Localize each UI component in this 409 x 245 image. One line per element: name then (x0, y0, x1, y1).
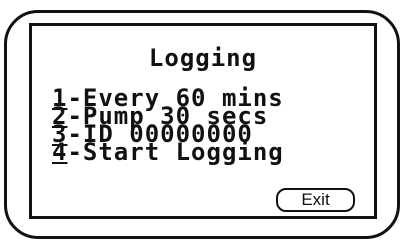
lcd-screen: Logging 1-Every 60 mins 2-Pump 30 secs 3… (29, 23, 377, 219)
logging-menu: 1-Every 60 mins 2-Pump 30 secs 3-ID 0000… (52, 86, 284, 164)
exit-button[interactable]: Exit (276, 188, 355, 212)
screen-title: Logging (148, 44, 258, 72)
menu-item-number: 4 (52, 138, 68, 166)
menu-item-start-logging[interactable]: 4-Start Logging (52, 140, 284, 164)
menu-item-label: -Start Logging (67, 138, 284, 166)
